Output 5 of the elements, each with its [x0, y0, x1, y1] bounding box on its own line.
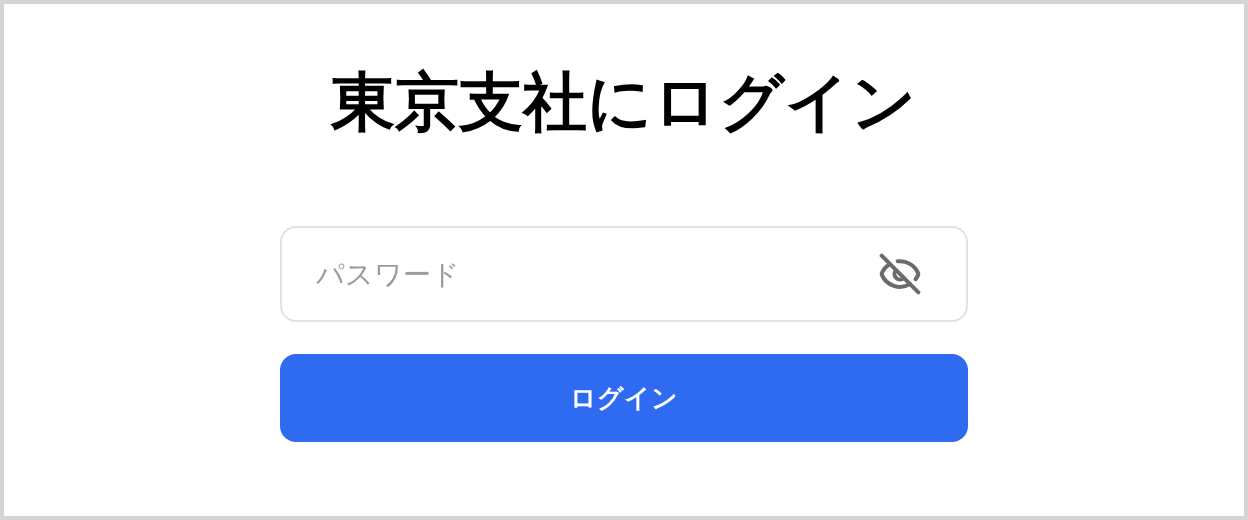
password-field[interactable]: パスワード	[280, 226, 968, 322]
eye-off-icon	[878, 252, 922, 296]
page-title: 東京支社にログイン	[331, 64, 917, 141]
toggle-visibility-button[interactable]	[878, 252, 922, 296]
login-button[interactable]: ログイン	[280, 354, 968, 442]
